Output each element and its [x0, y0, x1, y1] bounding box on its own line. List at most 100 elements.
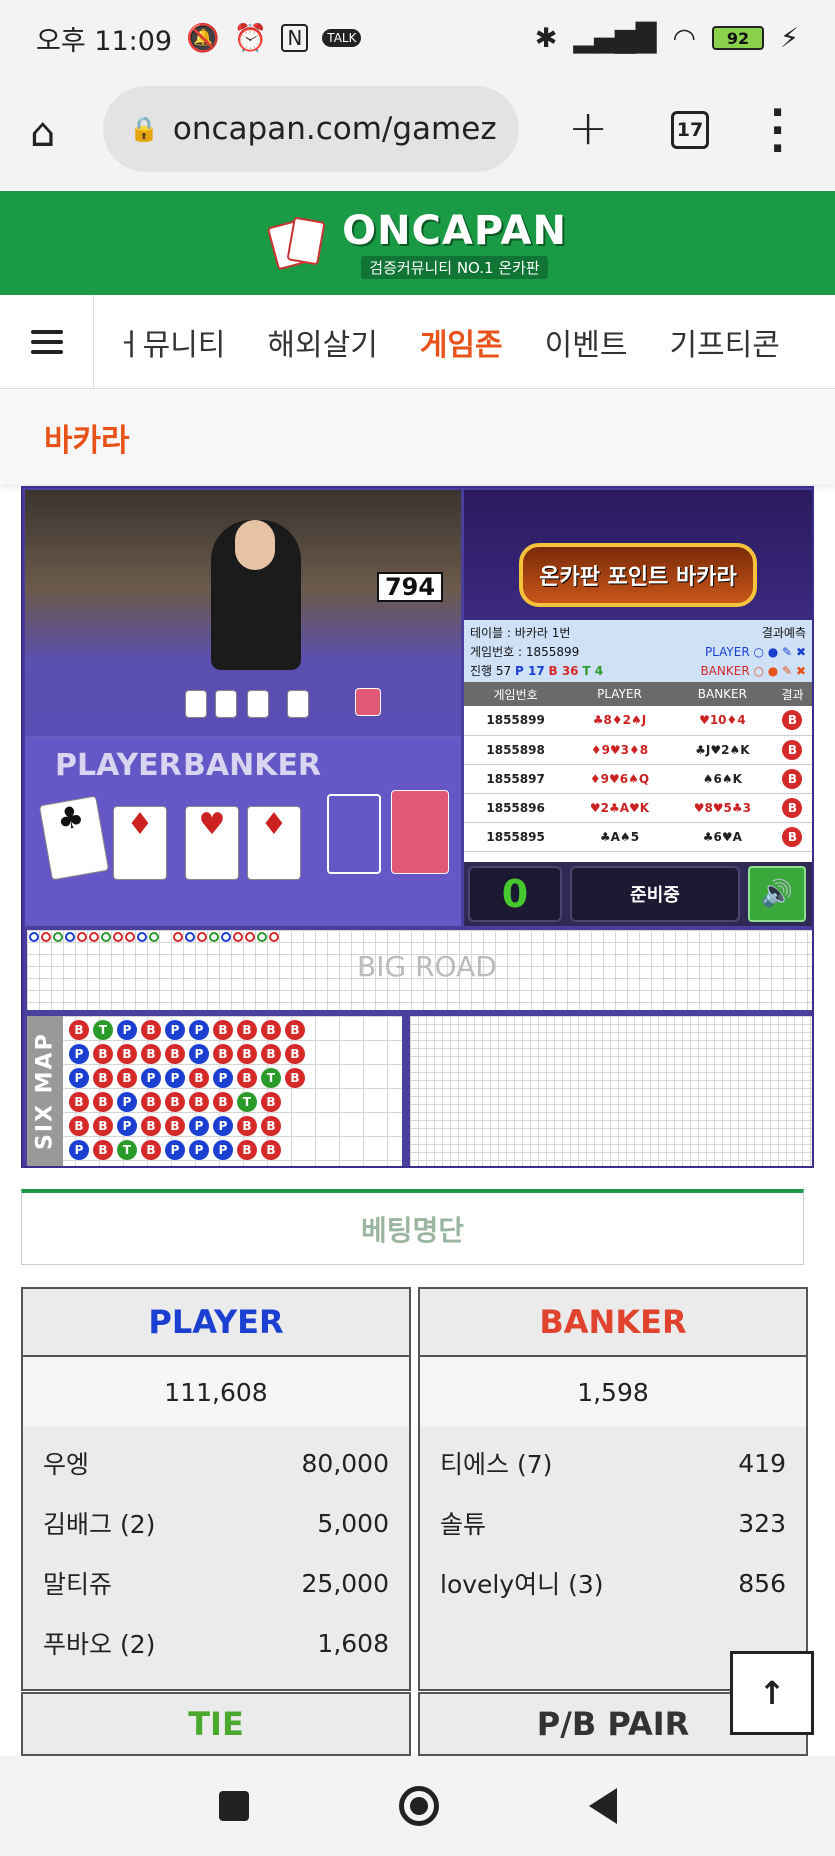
- tie-count: T 4: [582, 664, 604, 678]
- big-road-ring: [41, 932, 51, 942]
- game-info-panel: 온카판 포인트 바카라 테이블 : 바카라 1번 결과예측 게임번호 : 1855…: [464, 490, 812, 926]
- bet-row: 솔튜 323: [440, 1493, 786, 1553]
- history-no: 1855897: [464, 764, 568, 794]
- home-icon[interactable]: ⌂: [30, 110, 55, 156]
- nfc-icon: N: [281, 24, 309, 52]
- bet-row: 김배그 (2) 5,000: [43, 1493, 389, 1553]
- home-button-icon[interactable]: [398, 1786, 439, 1826]
- result-badge: B: [782, 768, 803, 789]
- bet-count-display: 0: [468, 866, 562, 922]
- game-info: 테이블 : 바카라 1번 결과예측 게임번호 : 1855899 PLAYER ○…: [464, 620, 812, 682]
- nav-item-events[interactable]: 이벤트: [524, 320, 649, 364]
- site-header: ONCAPAN 검증커뮤니티 NO.1 온카판: [0, 191, 835, 295]
- scroll-top-button[interactable]: ↑: [730, 1651, 814, 1735]
- bet-row: lovely여니 (3) 856: [440, 1553, 786, 1613]
- big-road-ring: [221, 932, 231, 942]
- predict-banker-options[interactable]: ○ ● ✎ ✖: [754, 664, 807, 678]
- bettor-name: lovely여니 (3): [440, 1570, 604, 1599]
- six-map-ball: P: [189, 1020, 209, 1040]
- bet-row: 우엥 80,000: [43, 1433, 389, 1493]
- nav-item-gifticon[interactable]: 기프티콘: [648, 320, 800, 364]
- six-map-ball: T: [117, 1140, 137, 1160]
- bettor-name: 푸바오 (2): [43, 1630, 156, 1659]
- lock-icon: 🔒: [129, 115, 159, 143]
- six-map-ball: P: [213, 1068, 233, 1088]
- six-map-board: SIX MAP BTPBPPBBBBPBBBBPBBBBPBBPPBPBTBBB…: [27, 1016, 402, 1166]
- big-road-ring: [77, 932, 87, 942]
- table-name: 테이블 : 바카라 1번: [470, 626, 571, 640]
- new-tab-icon[interactable]: +: [568, 100, 608, 156]
- six-map-ball: B: [141, 1116, 161, 1136]
- predict-player-options[interactable]: ○ ● ✎ ✖: [754, 645, 807, 659]
- hamburger-menu-icon[interactable]: [0, 294, 94, 389]
- bet-amount: 323: [738, 1508, 786, 1538]
- predict-label: 결과예측: [761, 626, 806, 640]
- sound-toggle-icon[interactable]: 🔊: [748, 866, 806, 922]
- nav-item-gamezone[interactable]: 게임존: [399, 320, 524, 364]
- big-road-ring: [53, 932, 63, 942]
- battery-indicator: 92: [712, 26, 765, 50]
- result-badge: B: [782, 710, 803, 731]
- tab-switcher-button[interactable]: 17: [671, 111, 709, 149]
- six-map-ball: B: [117, 1068, 137, 1088]
- six-map-ball: B: [213, 1044, 233, 1064]
- talk-icon: TALK: [322, 29, 362, 47]
- big-road-ring: [125, 932, 135, 942]
- nav-item-overseas[interactable]: 해외살기: [246, 320, 398, 364]
- game-controls: 0 준비중 🔊: [464, 862, 812, 926]
- history-no: 1855899: [464, 706, 568, 736]
- six-map-label: SIX MAP: [27, 1016, 63, 1166]
- nav-item-community[interactable]: ㅓ뮤니티: [94, 320, 246, 364]
- bet-row: 티에스 (7) 419: [440, 1433, 786, 1493]
- six-map-ball: T: [237, 1092, 257, 1112]
- history-banker: ♣J♥2♠K: [671, 735, 773, 765]
- bettor-name: 솔튜: [440, 1510, 487, 1539]
- promo-banner: 온카판 포인트 바카라: [464, 490, 812, 620]
- bettor-name: 말티쥬: [43, 1570, 113, 1599]
- bet-amount: 80,000: [301, 1448, 389, 1478]
- bettor-name: 우엥: [43, 1450, 90, 1479]
- player-bets-column: PLAYER 111,608 우엥 80,000 김배그 (2) 5,000 말티쥬…: [21, 1287, 411, 1691]
- result-badge: B: [782, 797, 803, 818]
- player-bets-title: PLAYER: [23, 1289, 409, 1357]
- six-map-ball: B: [141, 1092, 161, 1112]
- six-map-ball: P: [189, 1116, 209, 1136]
- shoe-counter: 794: [377, 572, 443, 602]
- history-player: ♦9♥6♠Q: [567, 764, 672, 794]
- six-map-ball: B: [189, 1092, 209, 1112]
- logo-title: ONCAPAN: [342, 207, 567, 254]
- site-logo[interactable]: ONCAPAN 검증커뮤니티 NO.1 온카판: [266, 207, 567, 279]
- big-road-ring: [29, 932, 39, 942]
- history-player: ♣8♦2♠J: [567, 706, 672, 736]
- banker-bets-title: BANKER: [420, 1289, 806, 1357]
- bet-list-title: 베팅명단: [21, 1189, 804, 1265]
- six-map-ball: T: [261, 1068, 281, 1088]
- progress-count: 진행 57: [470, 664, 512, 678]
- six-map-ball: P: [213, 1116, 233, 1136]
- six-map-ball: P: [117, 1020, 137, 1040]
- big-road-ring: [65, 932, 75, 942]
- big-road-ring: [149, 932, 159, 942]
- six-map-ball: B: [261, 1140, 281, 1160]
- big-road-ring: [233, 932, 243, 942]
- tie-bets-title: TIE: [21, 1692, 411, 1756]
- back-icon[interactable]: [588, 1788, 617, 1824]
- six-map-ball: B: [165, 1092, 185, 1112]
- six-map-ball: B: [93, 1116, 113, 1136]
- big-road-ring: [185, 932, 195, 942]
- big-road-ring: [269, 932, 279, 942]
- six-map-ball: B: [165, 1044, 185, 1064]
- address-bar[interactable]: 🔒 oncapan.com/gamez: [103, 86, 519, 172]
- six-map-ball: B: [213, 1020, 233, 1040]
- six-map-ball: B: [117, 1044, 137, 1064]
- baccarat-game-panel: 794 PLAYER BANKER ♣ ♦ ♥ ♦ 온카판 포인트 바카라 테이…: [21, 486, 814, 1168]
- history-header: PLAYER: [567, 682, 672, 706]
- history-row: 1855897 ♦9♥6♠Q ♠6♠K B: [464, 764, 812, 794]
- more-menu-icon[interactable]: · · ·: [770, 93, 785, 169]
- result-badge: B: [782, 826, 803, 847]
- history-banker: ♠6♠K: [671, 764, 773, 794]
- recents-icon[interactable]: [218, 1791, 249, 1821]
- bettor-name: 김배그 (2): [43, 1510, 156, 1539]
- banner-text: 온카판 포인트 바카라: [519, 543, 757, 607]
- bet-amount: 25,000: [301, 1568, 389, 1598]
